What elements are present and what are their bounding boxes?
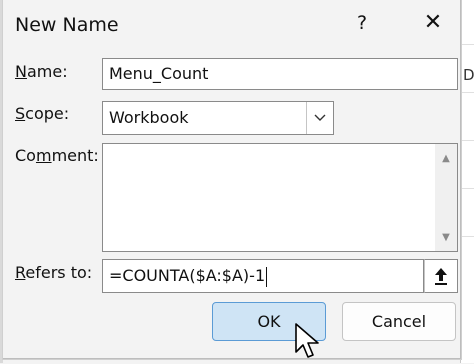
comment-label-pre: Co	[15, 146, 36, 165]
comment-scrollbar[interactable]: ▲ ▼	[435, 144, 457, 251]
scope-label: Scope:	[15, 104, 69, 123]
sheet-gridline	[460, 188, 474, 189]
scope-value: Workbook	[109, 108, 189, 127]
comment-label-accel: m	[35, 146, 52, 165]
mouse-pointer-icon	[294, 322, 320, 364]
chevron-down-icon[interactable]	[306, 102, 333, 134]
sheet-column-letter: D	[463, 66, 474, 84]
scope-label-rest: cope:	[25, 104, 70, 123]
scope-select[interactable]: Workbook	[102, 101, 334, 135]
arrow-up-icon	[435, 268, 447, 285]
refers-to-label-rest: efers to:	[25, 263, 93, 282]
close-button[interactable]: ✕	[417, 8, 449, 38]
name-label: Name:	[15, 62, 68, 81]
new-name-dialog: New Name ? ✕ Name: Menu_Count Scope: Wor…	[3, 0, 461, 359]
help-button[interactable]: ?	[348, 8, 376, 38]
sheet-gridline	[460, 140, 474, 141]
comment-label-rest: ment:	[51, 146, 99, 165]
name-input[interactable]: Menu_Count	[102, 58, 458, 90]
name-label-rest: ame:	[26, 62, 68, 81]
refers-to-input[interactable]: =COUNTA($A:$A)-1	[102, 259, 424, 293]
cancel-button[interactable]: Cancel	[342, 302, 456, 341]
sheet-gridline	[460, 236, 474, 237]
name-label-accel: N	[15, 62, 27, 81]
sheet-gridline	[460, 92, 474, 93]
refers-to-label-accel: R	[15, 263, 26, 282]
collapse-dialog-button[interactable]	[424, 259, 458, 293]
text-caret	[266, 266, 268, 287]
dialog-title: New Name	[15, 14, 119, 36]
scroll-up-icon[interactable]: ▲	[435, 149, 457, 167]
refers-to-label: Refers to:	[15, 263, 92, 282]
scroll-down-icon[interactable]: ▼	[435, 228, 457, 246]
sheet-gridline	[460, 44, 474, 45]
comment-label: Comment:	[15, 146, 99, 165]
scope-label-accel: S	[15, 104, 26, 123]
comment-textarea[interactable]: ▲ ▼	[102, 143, 458, 252]
refers-to-value: =COUNTA($A:$A)-1	[109, 266, 266, 285]
sheet-edge-right	[460, 0, 474, 363]
